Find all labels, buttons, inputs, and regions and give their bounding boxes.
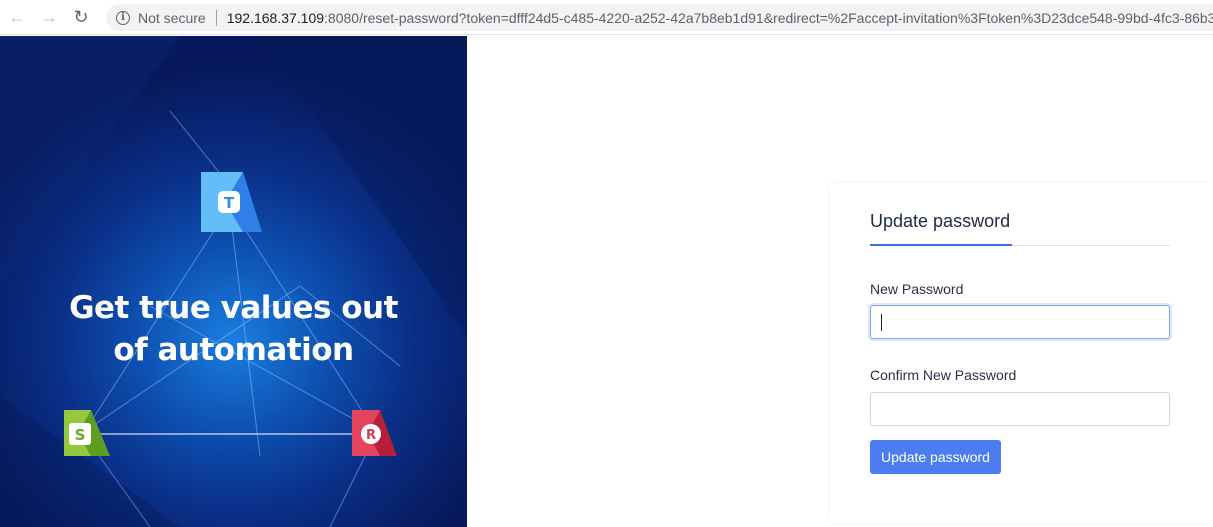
- banner-headline: Get true values out of automation: [0, 287, 467, 371]
- confirm-password-label: Confirm New Password: [870, 367, 1017, 383]
- logo-letter: T: [224, 194, 235, 212]
- update-password-button[interactable]: Update password: [870, 440, 1001, 474]
- reload-icon[interactable]: ↻: [68, 4, 94, 30]
- address-bar[interactable]: i Not secure 192.168.37.109:8080/reset-p…: [106, 4, 1213, 31]
- security-label[interactable]: Not secure: [138, 10, 206, 26]
- logo-letter: R: [366, 428, 376, 443]
- url-path: :8080/reset-password?token=dfff24d5-c485…: [324, 9, 1213, 26]
- arrow-right-icon[interactable]: →: [36, 4, 62, 30]
- tab-bar: Update password: [870, 211, 1170, 246]
- browser-toolbar: ← → ↻ i Not secure 192.168.37.109:8080/r…: [0, 0, 1213, 35]
- logo-letter: S: [75, 426, 86, 444]
- promo-banner: T S R Get true values out of automation: [0, 36, 467, 527]
- headline-line-1: Get true values out: [69, 290, 398, 326]
- new-password-label: New Password: [870, 281, 964, 297]
- new-password-field[interactable]: [870, 305, 1170, 339]
- text-caret: [881, 314, 882, 331]
- banner-graphic: T S R: [0, 36, 467, 527]
- banner-shape: [0, 36, 180, 286]
- tab-update-password[interactable]: Update password: [870, 211, 1013, 246]
- testproject-logo-s: S: [64, 410, 110, 456]
- testproject-logo-r: R: [352, 410, 397, 456]
- info-icon[interactable]: i: [116, 10, 130, 25]
- update-password-card: Update password New Password Confirm New…: [830, 183, 1213, 523]
- url-host: 192.168.37.109: [226, 9, 325, 26]
- testproject-logo-t: T: [201, 172, 262, 232]
- arrow-left-icon[interactable]: ←: [4, 4, 30, 30]
- headline-line-2: of automation: [113, 332, 354, 368]
- confirm-password-field[interactable]: [870, 392, 1170, 426]
- address-separator: [215, 9, 217, 26]
